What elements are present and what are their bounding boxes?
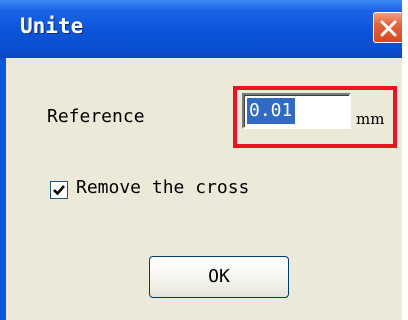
checkmark-icon bbox=[53, 185, 65, 196]
unit-label: mm bbox=[356, 110, 385, 128]
reference-value: 0.01 bbox=[247, 98, 296, 124]
remove-cross-checkbox[interactable] bbox=[50, 181, 68, 199]
ok-button[interactable]: OK bbox=[149, 256, 289, 298]
close-icon bbox=[380, 20, 397, 37]
reference-input[interactable]: 0.01 bbox=[242, 93, 351, 129]
reference-label: Reference bbox=[47, 106, 145, 127]
remove-cross-label[interactable]: Remove the cross bbox=[76, 177, 249, 198]
window-title: Unite bbox=[20, 14, 84, 38]
close-button[interactable] bbox=[373, 12, 402, 43]
dialog-window: Unite Reference 0.01 mm Remove the cross… bbox=[0, 0, 402, 320]
title-bar[interactable]: Unite bbox=[0, 0, 402, 58]
dialog-body: Reference 0.01 mm Remove the cross OK bbox=[6, 58, 402, 320]
